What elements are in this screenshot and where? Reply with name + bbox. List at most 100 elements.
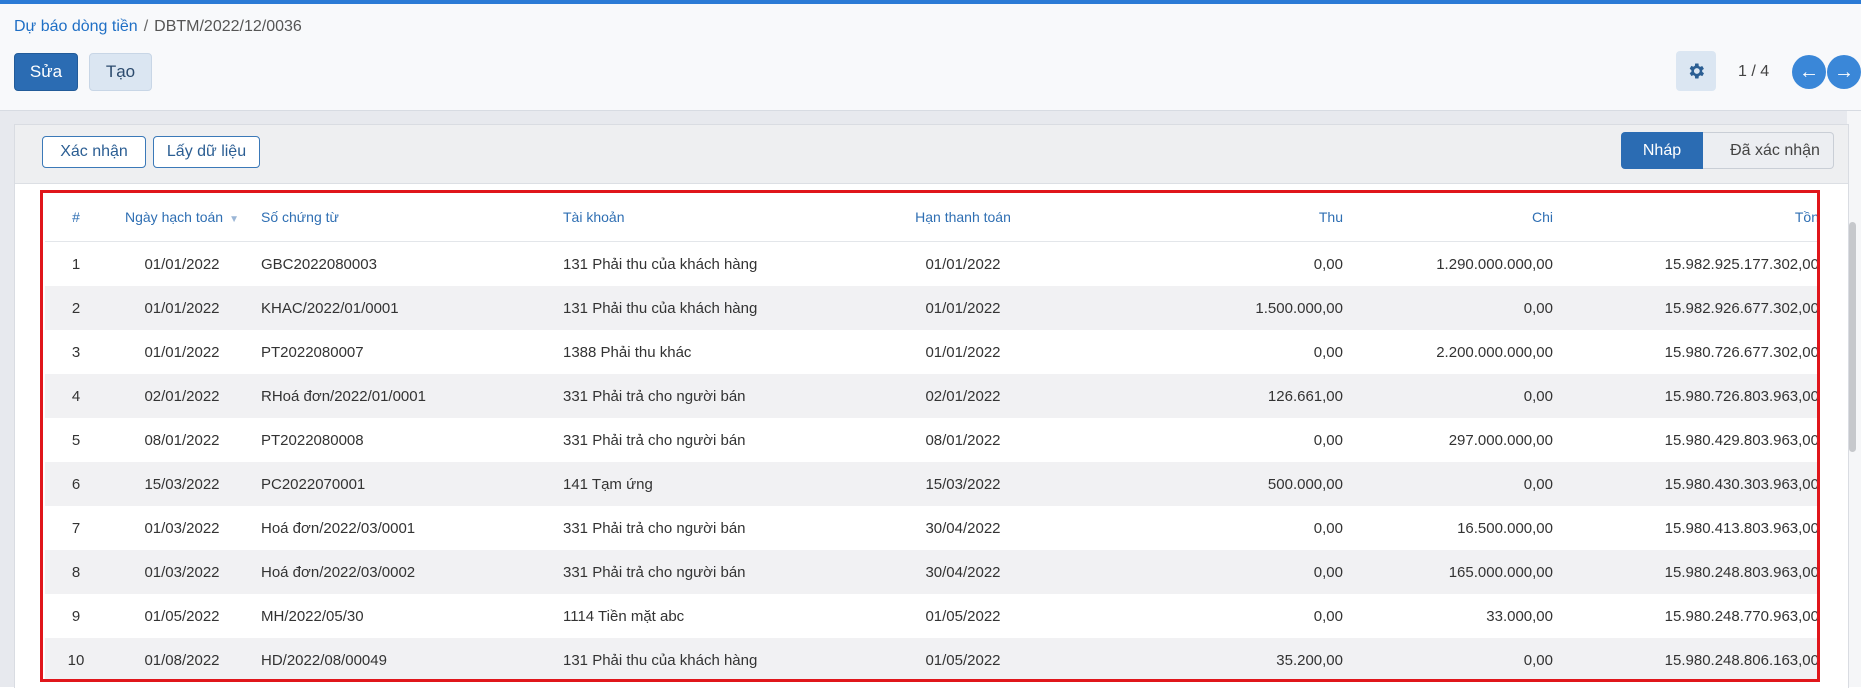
arrow-right-icon: → — [1834, 60, 1854, 83]
cell-balance: 15.980.248.806.163,00 — [1553, 638, 1817, 679]
cell-date: 01/08/2022 — [107, 638, 257, 679]
cell-date: 02/01/2022 — [107, 374, 257, 418]
cell-income: 1.500.000,00 — [1063, 286, 1343, 330]
cell-balance: 15.980.726.677.302,00 — [1553, 330, 1817, 374]
cell-num: 4 — [45, 374, 107, 418]
cell-income: 500.000,00 — [1063, 462, 1343, 506]
cell-num: 6 — [45, 462, 107, 506]
header-expense[interactable]: Chi — [1343, 193, 1553, 242]
table-row[interactable]: 5 08/01/2022 PT2022080008 331 Phải trả cho … — [45, 418, 1817, 462]
cell-expense: 0,00 — [1343, 462, 1553, 506]
cell-due-date: 01/01/2022 — [863, 330, 1063, 374]
breadcrumb-separator: / — [143, 18, 149, 35]
vertical-scrollbar[interactable] — [1849, 222, 1856, 452]
table-row[interactable]: 2 01/01/2022 KHAC/2022/01/0001 131 Phải thu… — [45, 286, 1817, 330]
header-document-number[interactable]: Số chứng từ — [257, 193, 563, 242]
cell-due-date: 30/04/2022 — [863, 550, 1063, 594]
cell-balance: 15.980.726.803.963,00 — [1553, 374, 1817, 418]
cell-expense: 0,00 — [1343, 286, 1553, 330]
cell-balance: 15.980.429.803.963,00 — [1553, 418, 1817, 462]
cell-income: 126.661,00 — [1063, 374, 1343, 418]
cell-num: 2 — [45, 286, 107, 330]
sort-down-icon: ▼ — [229, 214, 239, 225]
stage-draft[interactable]: Nháp — [1621, 132, 1703, 169]
table-row[interactable]: 8 01/03/2022 Hoá đơn/2022/03/0002 331 Phải … — [45, 550, 1817, 594]
cell-account: 131 Phải thu của khách hàng — [563, 638, 863, 679]
arrow-left-icon: ← — [1799, 60, 1819, 83]
cash-flow-table-container: # Ngày hạch toán ▼ Số chứng từ Tài khoản … — [40, 190, 1820, 682]
cash-flow-table: # Ngày hạch toán ▼ Số chứng từ Tài khoản … — [45, 193, 1817, 679]
table-header-row: # Ngày hạch toán ▼ Số chứng từ Tài khoản … — [45, 193, 1817, 242]
confirm-button[interactable]: Xác nhận — [42, 136, 146, 168]
cell-balance: 15.980.413.803.963,00 — [1553, 506, 1817, 550]
cell-due-date: 15/03/2022 — [863, 462, 1063, 506]
cell-expense: 2.200.000.000,00 — [1343, 330, 1553, 374]
cell-account: 131 Phải thu của khách hàng — [563, 286, 863, 330]
header-date[interactable]: Ngày hạch toán ▼ — [107, 193, 257, 242]
cell-account: 331 Phải trả cho người bán — [563, 550, 863, 594]
cell-due-date: 01/01/2022 — [863, 286, 1063, 330]
cell-balance: 15.980.248.770.963,00 — [1553, 594, 1817, 638]
table-row[interactable]: 7 01/03/2022 Hoá đơn/2022/03/0001 331 Phải … — [45, 506, 1817, 550]
cell-due-date: 08/01/2022 — [863, 418, 1063, 462]
cell-document-number: Hoá đơn/2022/03/0002 — [257, 550, 563, 594]
cell-expense: 0,00 — [1343, 374, 1553, 418]
breadcrumb-parent-link[interactable]: Dự báo dòng tiền — [14, 18, 138, 35]
table-row[interactable]: 3 01/01/2022 PT2022080007 1388 Phải thu khá… — [45, 330, 1817, 374]
cell-num: 9 — [45, 594, 107, 638]
cell-expense: 165.000.000,00 — [1343, 550, 1553, 594]
table-row[interactable]: 1 01/01/2022 GBC2022080003 131 Phải thu của… — [45, 241, 1817, 286]
gear-icon — [1689, 63, 1704, 79]
cell-num: 5 — [45, 418, 107, 462]
breadcrumb: Dự báo dòng tiền / DBTM/2022/12/0036 — [14, 18, 302, 36]
header-due-date[interactable]: Hạn thanh toán — [863, 193, 1063, 242]
cell-document-number: PC2022070001 — [257, 462, 563, 506]
fetch-data-button[interactable]: Lấy dữ liệu — [153, 136, 260, 168]
cell-account: 331 Phải trả cho người bán — [563, 418, 863, 462]
cell-due-date: 01/05/2022 — [863, 594, 1063, 638]
cell-document-number: HD/2022/08/00049 — [257, 638, 563, 679]
table-row[interactable]: 6 15/03/2022 PC2022070001 141 Tạm ứng 15/03/… — [45, 462, 1817, 506]
cell-expense: 297.000.000,00 — [1343, 418, 1553, 462]
table-row[interactable]: 9 01/05/2022 MH/2022/05/30 1114 Tiền mặt ab… — [45, 594, 1817, 638]
cell-num: 3 — [45, 330, 107, 374]
cell-income: 0,00 — [1063, 418, 1343, 462]
cell-date: 01/03/2022 — [107, 550, 257, 594]
cell-date: 01/01/2022 — [107, 330, 257, 374]
cell-income: 0,00 — [1063, 241, 1343, 286]
cell-income: 0,00 — [1063, 330, 1343, 374]
table-row[interactable]: 10 01/08/2022 HD/2022/08/00049 131 Phải thu… — [45, 638, 1817, 679]
next-record-button[interactable]: → — [1827, 55, 1861, 89]
cell-date: 08/01/2022 — [107, 418, 257, 462]
cell-document-number: MH/2022/05/30 — [257, 594, 563, 638]
cell-num: 10 — [45, 638, 107, 679]
cell-num: 8 — [45, 550, 107, 594]
create-button[interactable]: Tạo — [89, 53, 152, 91]
header-balance[interactable]: Tồn — [1553, 193, 1817, 242]
cell-balance: 15.980.430.303.963,00 — [1553, 462, 1817, 506]
header-income[interactable]: Thu — [1063, 193, 1343, 242]
cell-expense: 0,00 — [1343, 638, 1553, 679]
cell-date: 01/03/2022 — [107, 506, 257, 550]
cell-expense: 33.000,00 — [1343, 594, 1553, 638]
cell-document-number: Hoá đơn/2022/03/0001 — [257, 506, 563, 550]
table-row[interactable]: 4 02/01/2022 RHoá đơn/2022/01/0001 331 Phải… — [45, 374, 1817, 418]
cell-date: 15/03/2022 — [107, 462, 257, 506]
cell-document-number: RHoá đơn/2022/01/0001 — [257, 374, 563, 418]
cell-income: 0,00 — [1063, 594, 1343, 638]
previous-record-button[interactable]: ← — [1792, 55, 1826, 89]
cell-num: 1 — [45, 241, 107, 286]
cell-balance: 15.982.925.177.302,00 — [1553, 241, 1817, 286]
stage-confirmed[interactable]: Đã xác nhận — [1703, 132, 1834, 169]
settings-button[interactable] — [1676, 51, 1716, 91]
edit-button[interactable]: Sửa — [14, 53, 78, 91]
cell-date: 01/01/2022 — [107, 241, 257, 286]
cell-account: 131 Phải thu của khách hàng — [563, 241, 863, 286]
cell-account: 331 Phải trả cho người bán — [563, 506, 863, 550]
cell-document-number: KHAC/2022/01/0001 — [257, 286, 563, 330]
cell-due-date: 02/01/2022 — [863, 374, 1063, 418]
pager-counter: 1 / 4 — [1738, 63, 1770, 80]
status-bar: Xác nhận Lấy dữ liệu Nháp Đã xác nhận — [15, 125, 1848, 184]
header-account[interactable]: Tài khoản — [563, 193, 863, 242]
header-num[interactable]: # — [45, 193, 107, 242]
